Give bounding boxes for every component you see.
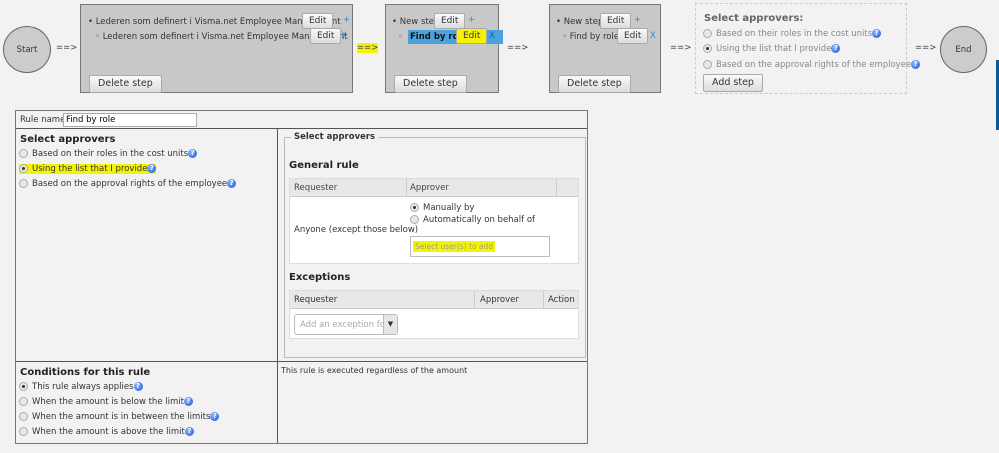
arrow: ==> — [507, 43, 529, 53]
radio-option[interactable]: Automatically on behalf of — [410, 215, 535, 225]
edit-button[interactable]: Edit — [310, 28, 342, 44]
help-icon[interactable]: ? — [227, 179, 237, 188]
radio-option[interactable]: Based on the approval rights of the empl… — [19, 179, 237, 189]
start-node: Start — [3, 26, 51, 73]
rule-editor: Rule name: Select approvers Based on the… — [15, 110, 588, 444]
user-select-input[interactable]: Select user(s) to add — [410, 236, 550, 257]
delete-step-button[interactable]: Delete step — [558, 75, 631, 93]
radio[interactable] — [410, 215, 419, 224]
edit-button[interactable]: Edit — [600, 13, 632, 29]
help-icon[interactable]: ? — [188, 149, 198, 158]
column-header: Requester — [294, 295, 338, 305]
add-icon[interactable]: + — [343, 15, 350, 25]
radio[interactable] — [703, 60, 712, 69]
radio-option[interactable]: Based on the approval rights of the empl… — [703, 60, 921, 70]
column-header: Action — [548, 295, 575, 305]
arrow: ==> — [357, 43, 379, 53]
help-icon[interactable]: ? — [911, 60, 921, 69]
end-node: End — [940, 26, 987, 73]
list-item: • New step — [556, 17, 604, 27]
add-icon[interactable]: + — [468, 15, 475, 25]
radio[interactable] — [703, 29, 712, 38]
step-3: • New step Edit + ◦ Find by role Edit X … — [549, 4, 661, 93]
approvers-fieldset: Select approvers General rule Requester … — [284, 132, 586, 358]
requester-cell: Anyone (except those below) — [294, 225, 419, 235]
radio-option[interactable]: Using the list that I provide? — [19, 164, 157, 174]
rule-name-input[interactable] — [63, 113, 197, 127]
general-rule-table: Requester Approver Anyone (except those … — [289, 178, 579, 264]
radio[interactable] — [19, 397, 28, 406]
edit-button[interactable]: Edit — [434, 13, 466, 29]
edit-button[interactable]: Edit — [302, 13, 334, 29]
exceptions-table: Requester Approver Action Add an excepti… — [289, 290, 579, 339]
list-item: ◦ Find by role — [562, 32, 620, 42]
condition-description: This rule is executed regardless of the … — [281, 366, 468, 375]
column-header: Approver — [480, 295, 519, 305]
rule-name-label: Rule name: — [20, 115, 69, 125]
exceptions-title: Exceptions — [289, 272, 351, 283]
general-rule-title: General rule — [289, 160, 359, 171]
chevron-down-icon[interactable]: ▼ — [383, 315, 397, 334]
step-2: • New step Edit + ◦ Find by role Edit X … — [385, 4, 503, 93]
step-1: • Lederen som definert i Visma.net Emplo… — [80, 4, 353, 93]
remove-icon[interactable]: X — [650, 31, 656, 41]
arrow: ==> — [915, 43, 937, 53]
help-icon[interactable]: ? — [184, 427, 194, 436]
column-header: Requester — [294, 183, 338, 193]
delete-step-button[interactable]: Delete step — [394, 75, 467, 93]
radio[interactable] — [19, 149, 28, 158]
remove-icon[interactable]: X — [341, 31, 347, 41]
help-icon[interactable]: ? — [831, 44, 841, 53]
select-approvers-title: Select approvers — [20, 134, 116, 145]
radio[interactable] — [19, 412, 28, 421]
radio-option[interactable]: This rule always applies? — [19, 382, 143, 392]
column-header: Approver — [410, 183, 449, 193]
radio-option[interactable]: Using the list that I provide? — [703, 44, 841, 54]
arrow: ==> — [670, 43, 692, 53]
help-icon[interactable]: ? — [133, 382, 143, 391]
radio-option[interactable]: Manually by — [410, 203, 474, 213]
radio-option[interactable]: When the amount is in between the limits… — [19, 412, 220, 422]
radio[interactable] — [410, 203, 419, 212]
list-item: • New step — [392, 17, 440, 27]
radio[interactable] — [703, 44, 712, 53]
edit-button[interactable]: Edit — [617, 28, 649, 44]
help-icon[interactable]: ? — [147, 164, 157, 173]
edit-button[interactable]: Edit — [456, 28, 488, 44]
radio[interactable] — [19, 427, 28, 436]
radio-option[interactable]: Based on their roles in the cost units? — [19, 149, 198, 159]
conditions-title: Conditions for this rule — [20, 367, 151, 378]
new-step-title: Select approvers: — [704, 13, 804, 24]
radio[interactable] — [19, 164, 28, 173]
help-icon[interactable]: ? — [210, 412, 220, 421]
radio-option[interactable]: When the amount is above the limit? — [19, 427, 194, 437]
radio[interactable] — [19, 179, 28, 188]
exception-dropdown[interactable]: Add an exception for ▼ — [294, 314, 398, 335]
radio-option[interactable]: Based on their roles in the cost units? — [703, 29, 882, 39]
help-icon[interactable]: ? — [183, 397, 193, 406]
new-step-panel: Select approvers: Based on their roles i… — [695, 3, 921, 94]
list-item: ◦ — [398, 32, 404, 42]
add-step-button[interactable]: Add step — [703, 74, 763, 92]
radio-option[interactable]: When the amount is below the limit? — [19, 397, 193, 407]
add-icon[interactable]: + — [634, 15, 641, 25]
help-icon[interactable]: ? — [872, 29, 882, 38]
fieldset-legend: Select approvers — [291, 132, 379, 142]
delete-step-button[interactable]: Delete step — [89, 75, 162, 93]
radio[interactable] — [19, 382, 28, 391]
arrow: ==> — [56, 43, 78, 53]
remove-icon[interactable]: X — [489, 31, 495, 41]
